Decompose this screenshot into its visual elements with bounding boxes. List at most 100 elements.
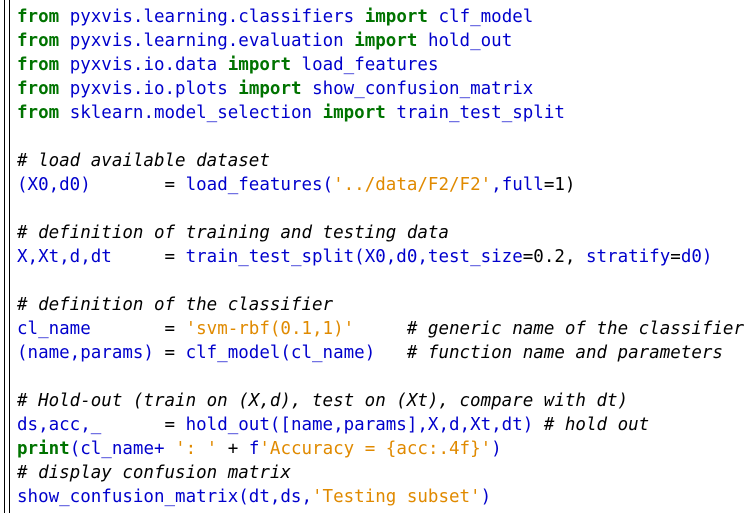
identifier-token: show_confusion_matrix(dt,ds, (17, 487, 313, 507)
code-line: X,Xt,d,dt = train_test_split(X0,d0,test_… (17, 245, 744, 269)
comment-token: # function name and parameters (406, 343, 723, 363)
identifier-token: load_features( (185, 175, 334, 195)
identifier-token: ds,acc,_ (17, 415, 102, 435)
identifier-token: train_test_split(X0,d0,test_size (185, 247, 523, 267)
identifier-token: train_test_split (396, 103, 565, 123)
string-token: 'Testing subset' (312, 487, 481, 507)
comment-token: # display confusion matrix (17, 463, 291, 483)
code-line: from pyxvis.learning.classifiers import … (17, 5, 744, 29)
identifier-token: d0) (680, 247, 713, 267)
keyword-token: from (17, 55, 60, 75)
code-line: cl_name = 'svm-rbf(0.1,1)' # generic nam… (17, 317, 744, 341)
code-line: # Hold-out (train on (X,d), test on (Xt)… (17, 389, 744, 413)
string-token: 'svm-rbf(0.1,1)' (185, 319, 355, 339)
identifier-token: (X0,d0) (17, 175, 91, 195)
text-token: = (90, 319, 186, 339)
text-token: = (153, 343, 186, 363)
text-token: = (111, 247, 186, 267)
keyword-token: import (238, 79, 302, 99)
code-block: from pyxvis.learning.classifiers import … (17, 5, 744, 509)
identifier-token: hold_out([name,params],X,d,Xt,dt) (185, 415, 534, 435)
identifier-token: (name,params) (17, 343, 154, 363)
identifier-token: ) (480, 487, 492, 507)
code-line: from pyxvis.io.data import load_features (17, 53, 744, 77)
code-line: # load available dataset (17, 149, 744, 173)
left-border-rule-outer (4, 0, 5, 513)
text-token: + (217, 439, 249, 459)
identifier-token: ) (491, 439, 502, 459)
text-token: = (101, 415, 186, 435)
identifier-token: sklearn.model_selection (69, 103, 313, 123)
string-token: 'Accuracy = {acc:.4f}' (259, 439, 492, 459)
comment-token: # hold out (543, 415, 650, 435)
keyword-token: from (17, 7, 60, 27)
code-line: (X0,d0) = load_features('../data/F2/F2',… (17, 173, 744, 197)
text-token: =0.2, (522, 247, 586, 267)
text-token: =1) (543, 175, 576, 195)
identifier-token: ,full (491, 175, 544, 195)
identifier-token: clf_model(cl_name) (185, 343, 376, 363)
keyword-token: import (322, 103, 386, 123)
keyword-token: from (17, 103, 60, 123)
left-border-rule-inner (9, 0, 10, 513)
keyword-token: from (17, 31, 60, 51)
identifier-token: load_features (301, 55, 439, 75)
identifier-token: show_confusion_matrix (312, 79, 534, 99)
text-token: = (670, 247, 681, 267)
code-line: # display confusion matrix (17, 461, 744, 485)
code-line: (name,params) = clf_model(cl_name) # fun… (17, 341, 744, 365)
identifier-token: pyxvis.learning.classifiers (69, 7, 355, 27)
comment-token: # definition of the classifier (17, 295, 334, 315)
code-line: # definition of the classifier (17, 293, 744, 317)
string-token: ': ' (175, 439, 218, 459)
code-line: show_confusion_matrix(dt,ds,'Testing sub… (17, 485, 744, 509)
text-token: = (90, 175, 186, 195)
identifier-token: stratify (585, 247, 671, 267)
comment-token: # generic name of the classifier (406, 319, 745, 339)
comment-token: # definition of training and testing dat… (17, 223, 449, 243)
identifier-token: clf_model (438, 7, 534, 27)
identifier-token: f (248, 439, 260, 459)
keyword-token: from (17, 79, 60, 99)
code-line: from sklearn.model_selection import trai… (17, 101, 744, 125)
identifier-token: hold_out (427, 31, 513, 51)
keyword-token: import (364, 7, 428, 27)
identifier-token: cl_name (17, 319, 91, 339)
string-token: '../data/F2/F2' (333, 175, 492, 195)
identifier-token: X,Xt,d,dt (17, 247, 112, 267)
identifier-token: pyxvis.learning.evaluation (69, 31, 344, 51)
code-line: from pyxvis.learning.evaluation import h… (17, 29, 744, 53)
code-line: from pyxvis.io.plots import show_confusi… (17, 77, 744, 101)
code-line: # definition of training and testing dat… (17, 221, 744, 245)
keyword-token: import (354, 31, 418, 51)
identifier-token: (cl_name+ (69, 439, 165, 459)
code-line: print(cl_name+ ': ' + f'Accuracy = {acc:… (17, 437, 744, 461)
comment-token: # Hold-out (train on (X,d), test on (Xt)… (17, 391, 629, 411)
code-line: ds,acc,_ = hold_out([name,params],X,d,Xt… (17, 413, 744, 437)
identifier-token: pyxvis.io.plots (69, 79, 228, 99)
identifier-token: pyxvis.io.data (69, 55, 218, 75)
